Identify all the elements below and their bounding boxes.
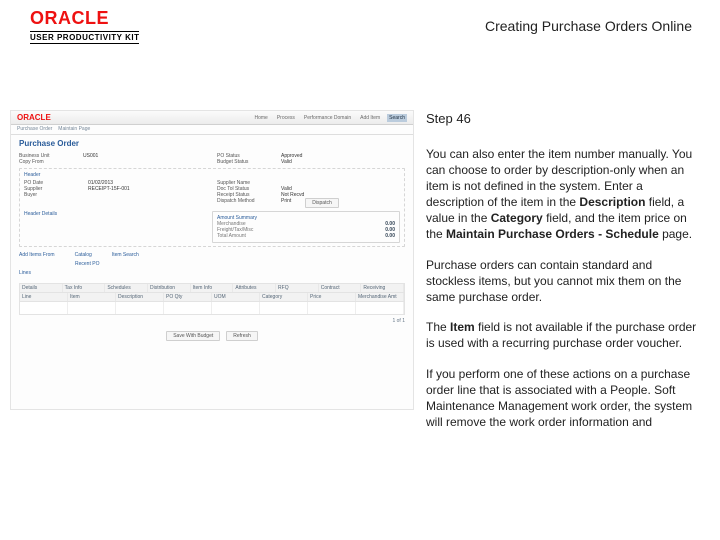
screenshot-column: ORACLE Home Process Performance Domain A… bbox=[0, 62, 420, 540]
supplier-value: RECEIPT-15F-001 bbox=[88, 186, 130, 192]
nav-search[interactable]: Search bbox=[387, 114, 407, 122]
tab-maintain[interactable]: Maintain Page bbox=[58, 126, 90, 133]
oracle-logo-icon: ORACLE bbox=[17, 113, 51, 122]
col-amt: Merchandise Amt bbox=[356, 293, 404, 301]
grid-header-row: Line Item Description PO Qty UOM Categor… bbox=[20, 293, 404, 302]
lines-grid: Details Tax Info Schedules Distribution … bbox=[19, 283, 405, 315]
total-label: Total Amount bbox=[217, 233, 246, 239]
refresh-button[interactable]: Refresh bbox=[226, 331, 258, 341]
grid-row bbox=[20, 302, 404, 314]
buyer-label: Buyer bbox=[24, 192, 80, 198]
disp-label: Dispatch Method bbox=[217, 198, 273, 208]
nav-process[interactable]: Process bbox=[275, 114, 297, 122]
header-section-label: Header bbox=[24, 172, 400, 178]
nav-domain[interactable]: Performance Domain bbox=[302, 114, 353, 122]
tab-po[interactable]: Purchase Order bbox=[17, 126, 52, 133]
save-button[interactable]: Save With Budget bbox=[166, 331, 220, 341]
app-screenshot: ORACLE Home Process Performance Domain A… bbox=[10, 110, 414, 410]
catalog-link[interactable]: Catalog bbox=[75, 252, 92, 258]
instruction-column: Step 46 You can also enter the item numb… bbox=[420, 62, 720, 540]
brand: ORACLE USER PRODUCTIVITY KIT bbox=[30, 8, 139, 44]
oracle-wordmark: ORACLE bbox=[30, 8, 109, 28]
instruction-p4: If you perform one of these actions on a… bbox=[426, 366, 702, 431]
instruction-p2: Purchase orders can contain standard and… bbox=[426, 257, 702, 306]
col-cat: Category bbox=[260, 293, 308, 301]
col-desc: Description bbox=[116, 293, 164, 301]
topnav: Home Process Performance Domain Add Item… bbox=[252, 114, 407, 122]
copy-label: Copy From bbox=[19, 159, 75, 165]
page-heading: Purchase Order bbox=[19, 139, 405, 148]
gridtab-tax[interactable]: Tax Info bbox=[63, 284, 106, 292]
header-details-link[interactable]: Header Details bbox=[24, 211, 202, 243]
lines-heading: Lines bbox=[19, 270, 405, 276]
document-title: Creating Purchase Orders Online bbox=[485, 18, 692, 34]
dispatch-button[interactable]: Dispatch bbox=[305, 198, 338, 208]
additems-label: Add Items From bbox=[19, 252, 55, 258]
gridtab-sched[interactable]: Schedules bbox=[105, 284, 148, 292]
page-header: ORACLE USER PRODUCTIVITY KIT Creating Pu… bbox=[0, 0, 720, 62]
gridtab-contract[interactable]: Contract bbox=[319, 284, 362, 292]
app-tabs: Purchase Order Maintain Page bbox=[11, 125, 413, 135]
gridtab-dist[interactable]: Distribution bbox=[148, 284, 191, 292]
gridtab-item[interactable]: Item Info bbox=[191, 284, 234, 292]
upk-label: USER PRODUCTIVITY KIT bbox=[30, 31, 139, 44]
gridtab-recv[interactable]: Receiving bbox=[361, 284, 404, 292]
bu-value: US001 bbox=[83, 153, 98, 159]
rows-count: 1 of 1 bbox=[19, 318, 405, 324]
instruction-p1: You can also enter the item number manua… bbox=[426, 146, 702, 243]
col-item: Item bbox=[68, 293, 116, 301]
total-value: 0.00 bbox=[385, 233, 395, 239]
itemsearch-link[interactable]: Item Search bbox=[112, 252, 139, 258]
app-topbar: ORACLE Home Process Performance Domain A… bbox=[11, 111, 413, 125]
gridtab-attr[interactable]: Attributes bbox=[233, 284, 276, 292]
col-price: Price bbox=[308, 293, 356, 301]
grid-tabs-row: Details Tax Info Schedules Distribution … bbox=[20, 284, 404, 293]
recentpo-link[interactable]: Recent PO bbox=[75, 261, 99, 267]
budget-value: Valid bbox=[281, 159, 292, 165]
budget-label: Budget Status bbox=[217, 159, 273, 165]
step-label: Step 46 bbox=[426, 110, 702, 128]
col-line: Line bbox=[20, 293, 68, 301]
nav-home[interactable]: Home bbox=[252, 114, 269, 122]
col-uom: UOM bbox=[212, 293, 260, 301]
col-qty: PO Qty bbox=[164, 293, 212, 301]
disp-value: Print bbox=[281, 198, 291, 208]
instruction-p3: The Item field is not available if the p… bbox=[426, 319, 702, 351]
header-box: Header PO Date01/02/2013 SupplierRECEIPT… bbox=[19, 168, 405, 247]
gridtab-details[interactable]: Details bbox=[20, 284, 63, 292]
nav-additem[interactable]: Add Item bbox=[358, 114, 382, 122]
gridtab-rfq[interactable]: RFQ bbox=[276, 284, 319, 292]
